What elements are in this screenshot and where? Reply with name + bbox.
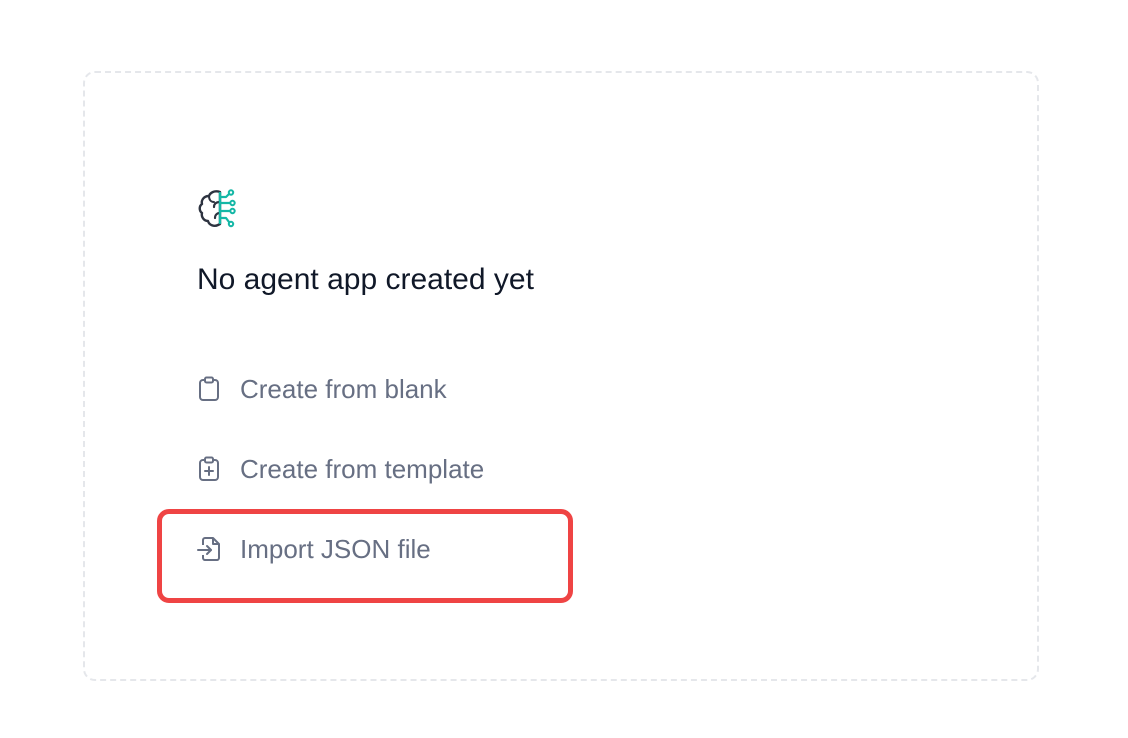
file-import-icon xyxy=(196,536,222,562)
empty-state-title: No agent app created yet xyxy=(197,263,534,296)
clipboard-plus-icon xyxy=(196,456,222,482)
import-json-file-label: Import JSON file xyxy=(240,533,431,564)
create-from-template-button[interactable]: Create from template xyxy=(196,449,484,489)
brain-circuit-icon xyxy=(198,189,236,228)
clipboard-icon xyxy=(196,376,222,402)
import-json-file-button[interactable]: Import JSON file xyxy=(196,529,431,569)
create-from-blank-label: Create from blank xyxy=(240,373,447,404)
create-from-template-label: Create from template xyxy=(240,453,485,484)
create-from-blank-button[interactable]: Create from blank xyxy=(196,369,447,409)
